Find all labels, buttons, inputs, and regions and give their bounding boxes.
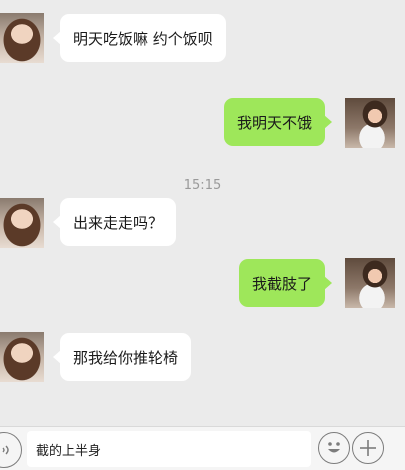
self-avatar[interactable] <box>345 98 395 148</box>
emoji-icon <box>328 442 340 453</box>
contact-avatar[interactable] <box>0 332 44 382</box>
message-incoming: 那我给你推轮椅 <box>52 333 192 381</box>
more-button[interactable] <box>352 432 384 464</box>
message-incoming: 出来走走吗？ <box>52 198 177 246</box>
voice-button[interactable] <box>0 432 22 468</box>
message-outgoing: 我明天不饿 <box>223 98 333 146</box>
emoji-button[interactable] <box>318 432 350 464</box>
plus-icon <box>360 440 376 456</box>
message-incoming: 明天吃饭嘛 约个饭呗 <box>53 14 226 62</box>
contact-avatar[interactable] <box>0 198 44 248</box>
self-avatar[interactable] <box>345 258 395 308</box>
chat-timestamp: 15:15 <box>183 178 222 193</box>
contact-avatar[interactable] <box>0 13 44 63</box>
voice-icon <box>2 445 9 455</box>
message-outgoing: 我截肢了 <box>238 259 333 307</box>
input-bar: 截的上半身 <box>0 426 405 470</box>
message-input[interactable]: 截的上半身 <box>27 431 311 467</box>
